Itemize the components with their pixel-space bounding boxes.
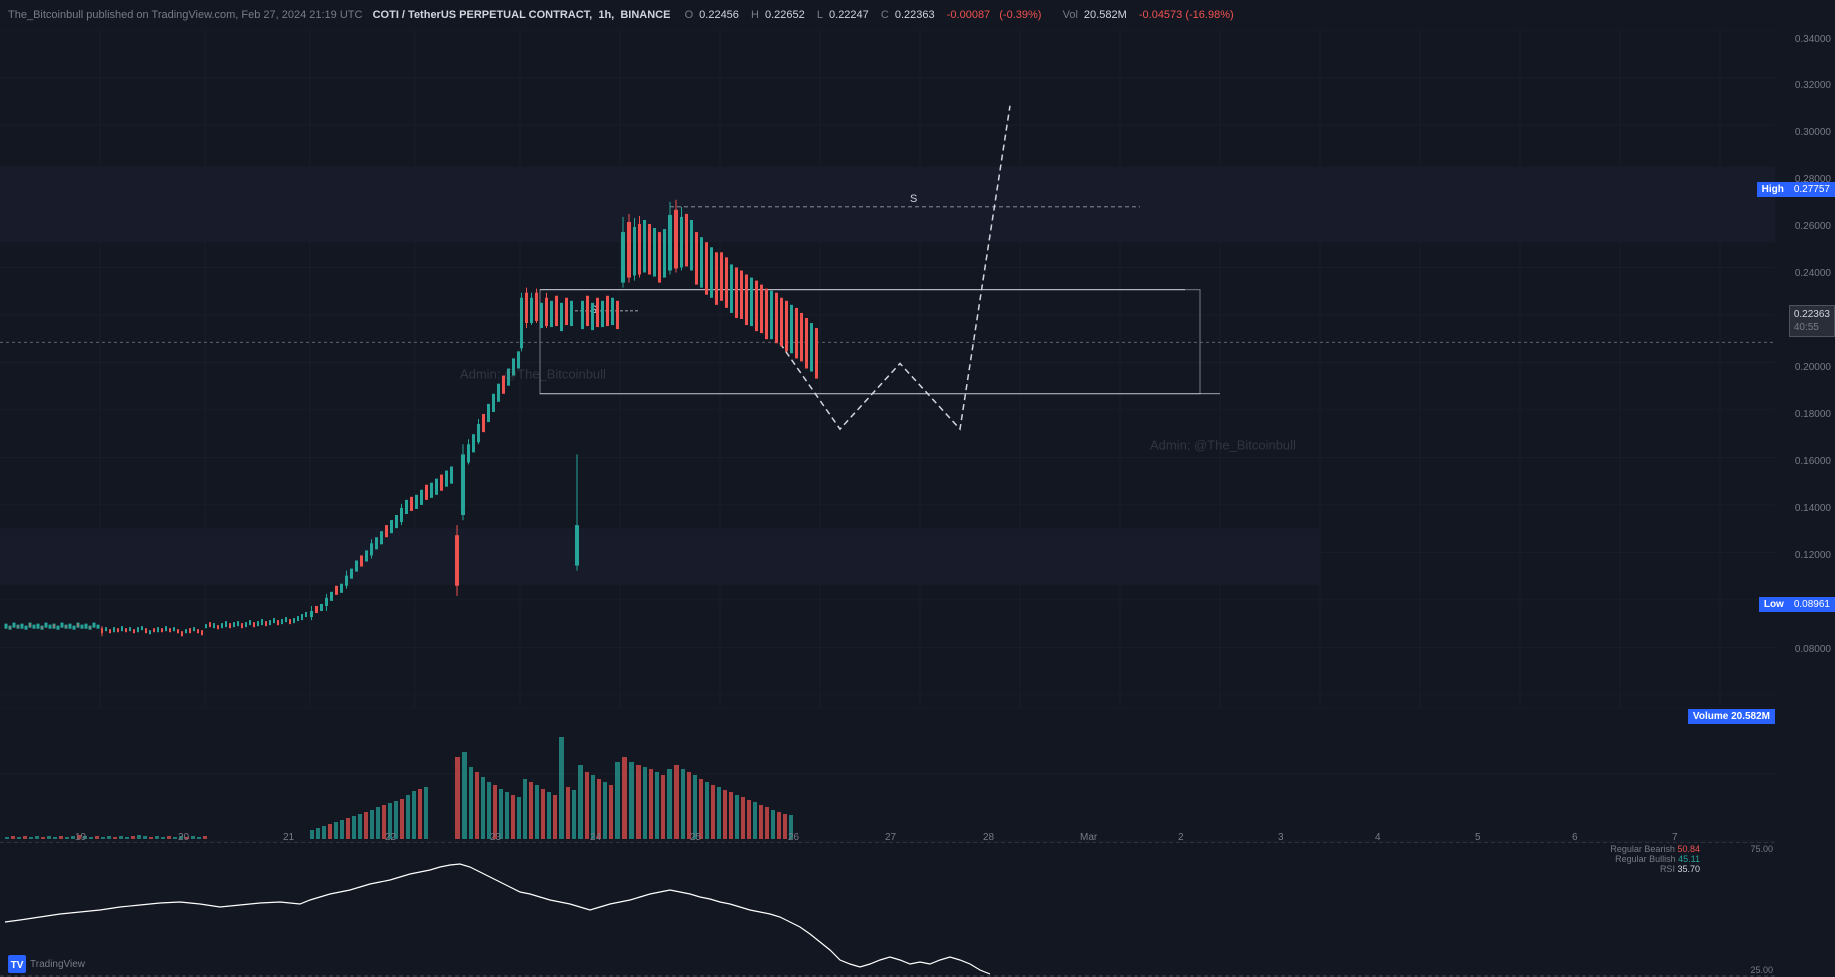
price-label-024: 0.24000 <box>1795 268 1831 279</box>
price-label-016: 0.16000 <box>1795 456 1831 467</box>
rsi-regular-bearish: Regular Bearish 50.84 <box>1610 844 1700 854</box>
price-label-018: 0.18000 <box>1795 409 1831 420</box>
main-chart-area: S S <box>0 30 1775 707</box>
time-label-6: 6 <box>1572 832 1578 843</box>
low-badge-container: Low 0.08961 <box>1759 597 1835 612</box>
vol-change: -0.04573 (-16.98%) <box>1139 9 1234 21</box>
rsi-area: 75.00 25.00 Regular Bearish 50.84 Regula… <box>0 842 1775 977</box>
time-label-7: 7 <box>1672 832 1678 843</box>
svg-text:S: S <box>910 193 917 205</box>
time-label-28: 28 <box>983 832 994 843</box>
price-label-014: 0.14000 <box>1795 503 1831 514</box>
price-label-020: 0.20000 <box>1795 362 1831 373</box>
volume-area: Volume 20.582M <box>0 707 1775 842</box>
tv-label: TradingView <box>30 959 85 970</box>
time-label-25: 25 <box>690 832 701 843</box>
volume-svg <box>0 707 1775 842</box>
high-badge: High <box>1757 182 1789 197</box>
ohlc-data: O0.22456 H0.22652 L0.22247 C0.22363 -0.0… <box>685 9 1240 21</box>
time-label-22: 22 <box>385 832 396 843</box>
time-label-23: 23 <box>490 832 501 843</box>
price-axis: 0.34000 0.32000 0.30000 0.28000 0.26000 … <box>1775 30 1835 707</box>
price-change: -0.00087 (-0.39%) <box>947 9 1051 21</box>
rsi-level-75: 75.00 <box>1750 844 1773 854</box>
time-label-20: 20 <box>178 832 189 843</box>
main-chart-svg: S S <box>0 30 1775 707</box>
rsi-regular-bullish: Regular Bullish 45.11 <box>1610 854 1700 864</box>
price-label-030: 0.30000 <box>1795 127 1831 138</box>
chart-container: The_Bitcoinbull published on TradingView… <box>0 0 1835 977</box>
rsi-value: RSI 35.70 <box>1610 864 1700 874</box>
svg-text:Admin: @The_Bitcoinbull: Admin: @The_Bitcoinbull <box>1150 437 1296 452</box>
time-label-24: 24 <box>590 832 601 843</box>
time-label-21: 21 <box>283 832 294 843</box>
svg-text:Admin: @The_Bitcoinbull: Admin: @The_Bitcoinbull <box>460 367 606 382</box>
time-label-mar: Mar <box>1080 832 1097 843</box>
time-label-2: 2 <box>1178 832 1184 843</box>
price-label-034: 0.34000 <box>1795 34 1831 45</box>
current-price-badge: 0.22363 40:55 <box>1789 305 1835 337</box>
time-label-27: 27 <box>885 832 896 843</box>
time-label-5: 5 <box>1475 832 1481 843</box>
price-label-012: 0.12000 <box>1795 550 1831 561</box>
low-value: 0.08961 <box>1789 597 1835 612</box>
header: The_Bitcoinbull published on TradingView… <box>0 0 1835 30</box>
rsi-svg <box>0 842 1775 977</box>
rsi-level-25: 25.00 <box>1750 965 1773 975</box>
tradingview-logo: TV TradingView <box>8 955 85 973</box>
high-badge-container: High 0.27757 <box>1757 182 1835 197</box>
svg-text:TV: TV <box>11 960 24 971</box>
publisher-label: The_Bitcoinbull published on TradingView… <box>8 9 362 21</box>
low-badge: Low <box>1759 597 1789 612</box>
time-label-19: 19 <box>75 832 86 843</box>
time-label-4: 4 <box>1375 832 1381 843</box>
time-label-3: 3 <box>1278 832 1284 843</box>
tv-icon: TV <box>8 955 26 973</box>
high-value: 0.27757 <box>1789 182 1835 197</box>
volume-badge: Volume 20.582M <box>1688 709 1775 724</box>
price-label-026: 0.26000 <box>1795 221 1831 232</box>
time-label-26: 26 <box>788 832 799 843</box>
symbol-label: COTI / TetherUS PERPETUAL CONTRACT, 1h, … <box>373 9 677 21</box>
price-label-008: 0.08000 <box>1795 644 1831 655</box>
price-label-032: 0.32000 <box>1795 80 1831 91</box>
rsi-legend: Regular Bearish 50.84 Regular Bullish 45… <box>1610 844 1700 874</box>
